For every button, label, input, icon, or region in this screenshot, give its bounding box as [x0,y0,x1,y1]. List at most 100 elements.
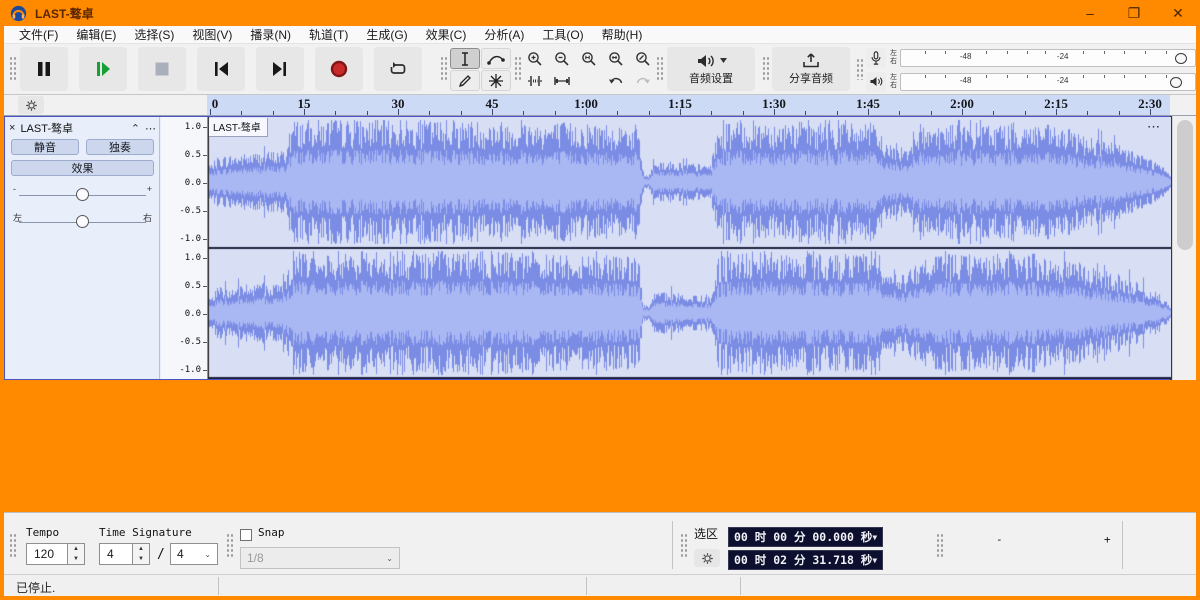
zoom-toggle-button[interactable] [630,48,656,69]
vertical-scale-ruler[interactable]: 1.00.50.0-0.5-1.01.00.50.0-0.5-1.0 [161,117,208,379]
multi-tool-button[interactable] [481,70,511,91]
record-icon [329,59,349,79]
mute-button[interactable]: 静音 [11,139,79,155]
tempo-value[interactable]: 120 [26,543,68,565]
waveform-view[interactable]: LAST-骜卓 ⋯ [208,117,1171,379]
menu-item-4[interactable]: 播录(N) [241,26,300,44]
vertical-scrollbar[interactable] [1172,116,1196,380]
gain-slider[interactable]: - + [11,183,154,203]
menu-item-0[interactable]: 文件(F) [10,26,67,44]
silence-audio-button[interactable] [549,70,575,91]
playback-meter-button[interactable] [866,72,886,92]
stop-button[interactable] [138,47,186,91]
maximize-button[interactable]: ❐ [1112,0,1156,26]
track-menu-button[interactable]: ⋯ [145,122,156,135]
time-signature-grip[interactable] [9,533,17,559]
playback-level-slider[interactable]: -48-24 [900,73,1196,91]
recording-level-slider[interactable]: -48-24 [900,49,1196,67]
selection-tool-button[interactable] [450,48,480,69]
audio-setup-grip[interactable] [656,56,664,82]
timesig-upper-value[interactable]: 4 [99,543,133,565]
record-meter-button[interactable] [866,48,886,68]
track-overflow-button[interactable]: ⋯ [1147,119,1161,135]
menu-item-5[interactable]: 轨道(T) [300,26,357,44]
minimize-button[interactable]: – [1068,0,1112,26]
timesig-lower-dropdown[interactable]: 4⌄ [170,543,218,565]
close-button[interactable]: ✕ [1156,0,1200,26]
playback-meter-left-label: 左 [890,74,897,82]
track-name[interactable]: LAST-骜卓 [20,120,125,136]
snap-grip[interactable] [226,533,234,559]
selection-start-field[interactable]: 00 时 00 分 00.000 秒▼ [728,527,883,547]
meter-volume-thumb[interactable] [1175,53,1187,64]
timeline-ruler[interactable]: 01530451:001:151:301:452:002:152:30 [207,95,1170,115]
pan-slider[interactable]: 左 右 [11,210,154,230]
selection-grip[interactable] [680,533,688,559]
audio-setup-button[interactable]: 音频设置 [667,47,755,91]
menu-item-8[interactable]: 分析(A) [475,26,533,44]
menu-item-9[interactable]: 工具(O) [533,26,592,44]
timesig-up-icon[interactable]: ▲ [133,544,149,554]
edit-grip[interactable] [514,56,522,82]
waveform-canvas[interactable] [208,117,1171,379]
solo-button[interactable]: 独奏 [86,139,154,155]
audio-setup-label: 音频设置 [689,70,733,86]
audacity-logo-icon [10,5,27,22]
snap-checkbox[interactable] [240,529,252,541]
timesig-spin-buttons[interactable]: ▲▼ [133,543,150,565]
menu-item-10[interactable]: 帮助(H) [593,26,652,44]
transport-grip[interactable] [9,56,17,82]
trim-audio-button[interactable] [522,70,548,91]
timesig-down-icon[interactable]: ▼ [133,554,149,564]
ruler-tick [367,111,368,115]
ruler-tick [523,111,524,115]
play-button[interactable] [79,47,127,91]
pan-slider-thumb[interactable] [76,215,89,228]
draw-tool-button[interactable] [450,70,480,91]
envelope-tool-button[interactable] [481,48,511,69]
fit-project-button[interactable] [603,48,629,69]
tempo-up-icon[interactable]: ▲ [68,544,84,554]
play-at-speed-grip[interactable] [936,533,944,559]
undo-button[interactable] [603,70,629,91]
pause-icon [34,59,54,79]
gain-slider-thumb[interactable] [76,188,89,201]
vertical-scrollbar-thumb[interactable] [1177,120,1193,250]
menu-item-6[interactable]: 生成(G) [357,26,416,44]
share-grip[interactable] [762,56,770,82]
skip-end-icon [270,59,290,79]
menu-item-1[interactable]: 编辑(E) [67,26,125,44]
share-audio-button[interactable]: 分享音频 [772,47,850,91]
zoom-in-button[interactable] [522,48,548,69]
ruler-tick [461,111,462,115]
record-button[interactable] [315,47,363,91]
tempo-down-icon[interactable]: ▼ [68,554,84,564]
menu-item-7[interactable]: 效果(C) [417,26,476,44]
timeline-options-button[interactable] [18,96,44,114]
meter-grip[interactable] [856,58,864,80]
track-collapse-button[interactable]: ⌃ [131,122,140,135]
window-title: LAST-骜卓 [35,5,94,22]
meter-volume-thumb[interactable] [1170,77,1182,88]
selection-options-button[interactable] [694,549,720,567]
meter-tick [1083,75,1084,78]
menu-item-3[interactable]: 视图(V) [183,26,241,44]
tempo-spinbox[interactable]: 120 ▲▼ [26,543,85,565]
tempo-spin-buttons[interactable]: ▲▼ [68,543,85,565]
track-close-button[interactable]: × [9,122,15,134]
tools-grip[interactable] [440,56,448,82]
meter-scale-label: -48 [960,76,972,85]
fit-selection-button[interactable] [576,48,602,69]
snap-interval-dropdown[interactable]: 1/8⌄ [240,547,400,569]
meter-tick [925,75,926,78]
effects-button[interactable]: 效果 [11,160,154,176]
skip-to-end-button[interactable] [256,47,304,91]
zoom-out-button[interactable] [549,48,575,69]
timesig-upper-spinbox[interactable]: 4 ▲▼ [99,543,150,565]
selection-end-field[interactable]: 00 时 02 分 31.718 秒▼ [728,550,883,570]
pause-button[interactable] [20,47,68,91]
menu-item-2[interactable]: 选择(S) [125,26,183,44]
redo-button[interactable] [630,70,656,91]
loop-button[interactable] [374,47,422,91]
skip-to-start-button[interactable] [197,47,245,91]
